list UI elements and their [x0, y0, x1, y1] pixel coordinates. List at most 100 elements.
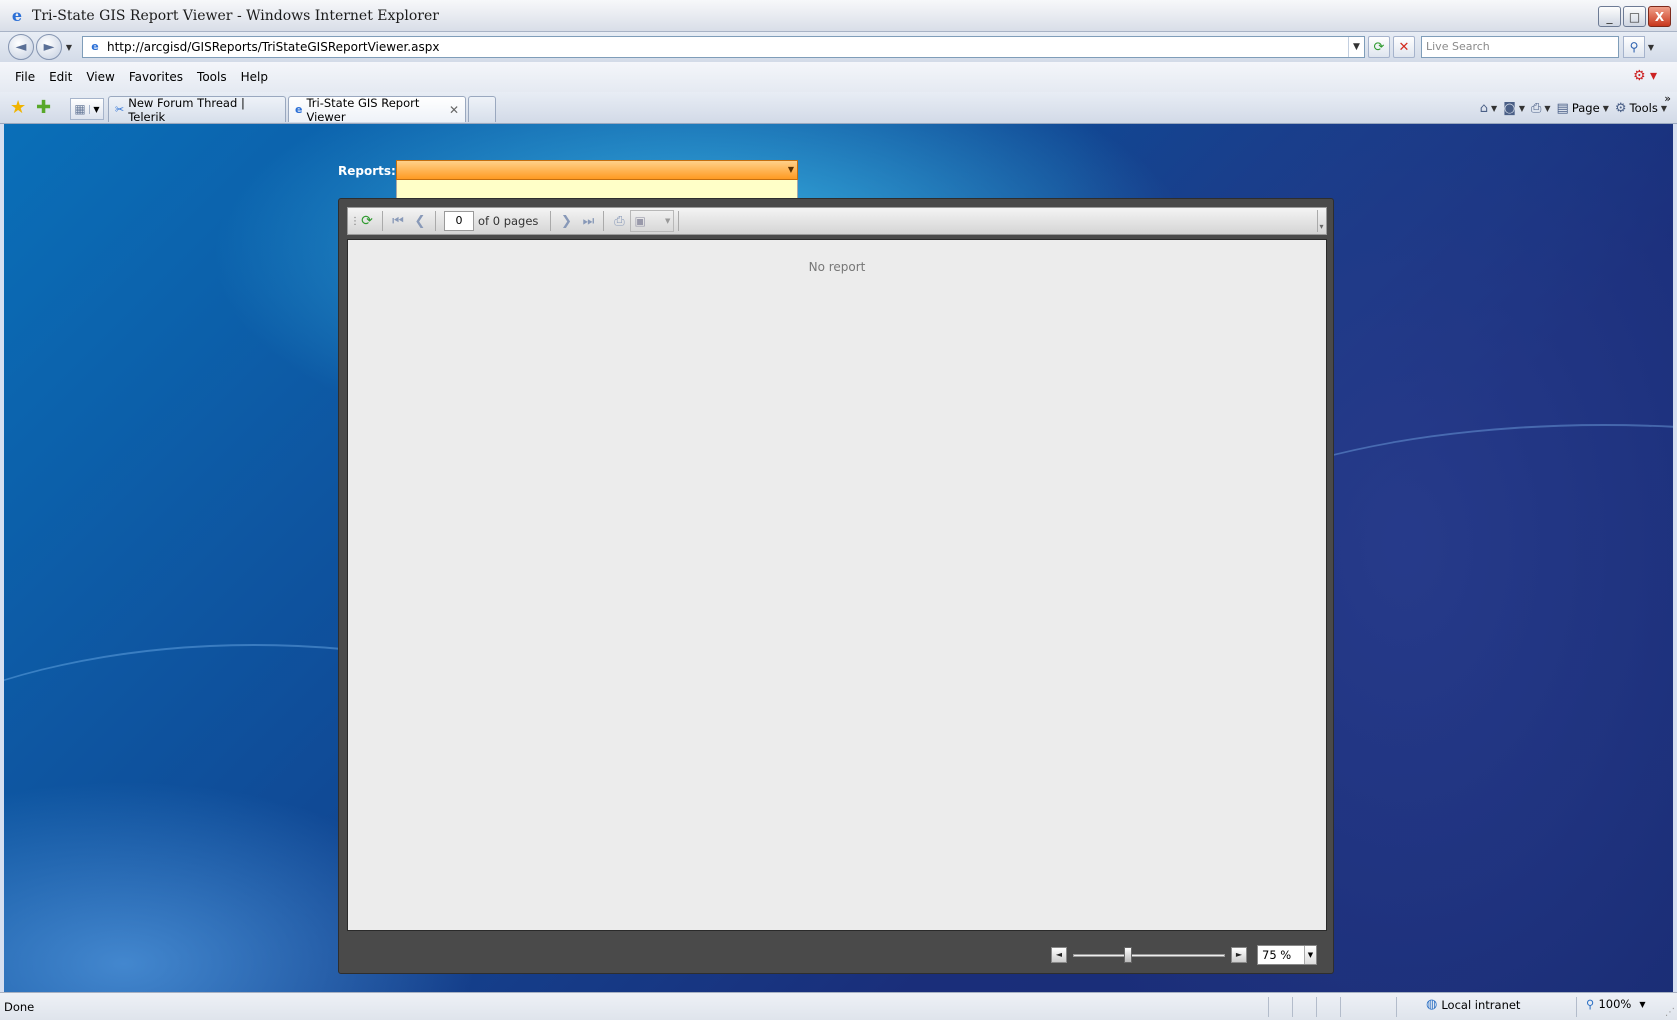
last-page-icon: ⏭	[582, 213, 595, 229]
window-controls: _ □ X	[1598, 6, 1671, 27]
status-divider	[1316, 997, 1317, 1017]
address-url[interactable]: http://arcgisd/GISReports/TriStateGISRep…	[107, 40, 1348, 54]
status-divider	[1576, 997, 1577, 1017]
forward-arrow-icon: ►	[43, 39, 55, 55]
maximize-button[interactable]: □	[1623, 6, 1646, 27]
menu-help[interactable]: Help	[234, 67, 275, 87]
page-menu-button[interactable]: ▤ Page ▼	[1557, 101, 1609, 116]
refresh-icon: ⟳	[1373, 39, 1385, 55]
print-report-button[interactable]: ⎙	[608, 210, 630, 232]
menu-tools[interactable]: Tools	[190, 67, 234, 87]
close-button[interactable]: X	[1648, 6, 1671, 27]
page-icon: e	[91, 40, 99, 53]
zoom-slider[interactable]	[1069, 947, 1229, 963]
back-button[interactable]: ◄	[8, 34, 34, 60]
more-commands-chevron-icon[interactable]: »	[1664, 92, 1671, 105]
menu-favorites[interactable]: Favorites	[122, 67, 190, 87]
status-divider	[1340, 997, 1341, 1017]
tab-report-viewer[interactable]: e Tri-State GIS Report Viewer ✕	[288, 95, 466, 124]
empty-report-message: No report	[808, 260, 866, 274]
status-bar: Done ◍ Local intranet ⚲ 100% ▼ ⋰	[0, 992, 1677, 1020]
add-favorite-icon[interactable]: ✚	[36, 97, 51, 118]
toolbar-separator	[550, 211, 552, 231]
tab-label: Tri-State GIS Report Viewer	[306, 95, 420, 124]
next-page-button[interactable]: ❯	[555, 210, 577, 232]
recent-pages-dropdown[interactable]: ▼	[62, 43, 76, 52]
forward-button[interactable]: ►	[36, 34, 62, 60]
status-divider	[1292, 997, 1293, 1017]
address-toolbar: ◄ ► ▼ e http://arcgisd/GISReports/TriSta…	[0, 32, 1677, 62]
print-dropdown-icon: ▼	[1544, 103, 1551, 113]
chevron-down-icon[interactable]: ▼	[788, 165, 794, 174]
tools-menu-label: Tools	[1629, 101, 1658, 115]
tab-new-forum-thread[interactable]: ✂ New Forum Thread | Telerik	[108, 95, 286, 124]
previous-page-icon: ❮	[414, 213, 426, 229]
reports-label: Reports:	[338, 164, 396, 178]
print-button[interactable]: ⎙ ▼	[1531, 101, 1551, 116]
zoom-in-button[interactable]: ►	[1231, 947, 1247, 963]
zoom-controls: ◄ ► 75 % ▼	[1051, 943, 1317, 967]
resize-grip-icon[interactable]: ⋰	[1665, 1007, 1675, 1018]
new-tab-button[interactable]	[468, 96, 496, 122]
menu-view[interactable]: View	[79, 67, 121, 87]
first-page-button[interactable]: ⏮	[387, 210, 409, 232]
print-icon: ⎙	[1530, 100, 1542, 116]
page-dropdown-icon: ▼	[1602, 103, 1609, 113]
last-page-button[interactable]: ⏭	[577, 210, 599, 232]
feeds-icon: ◙	[1503, 100, 1516, 116]
chevron-down-icon[interactable]: ▼	[1304, 946, 1316, 964]
zoom-slider-thumb[interactable]	[1124, 947, 1132, 963]
current-page-input[interactable]: 0	[444, 211, 474, 231]
reports-combobox[interactable]: ▼	[396, 160, 798, 180]
home-button[interactable]: ⌂ ▼	[1480, 101, 1497, 116]
search-options-dropdown[interactable]: ▼	[1645, 43, 1657, 52]
export-dropdown[interactable]: ▣ ▼	[630, 210, 675, 232]
tools-menu-button[interactable]: ⚙ Tools ▼	[1615, 101, 1667, 116]
menu-file[interactable]: File	[8, 67, 42, 87]
tab-list-dropdown[interactable]: ▼	[89, 104, 103, 114]
refresh-report-button[interactable]: ⟳	[356, 210, 378, 232]
previous-page-button[interactable]: ❮	[409, 210, 431, 232]
refresh-button[interactable]: ⟳	[1368, 36, 1390, 58]
telerik-icon: ✂	[115, 103, 125, 116]
print-icon: ⎙	[614, 213, 625, 229]
globe-icon: ◍	[1426, 997, 1438, 1012]
next-page-icon: ❯	[560, 213, 572, 229]
toolbar-separator	[382, 211, 383, 231]
page-zoom-button[interactable]: ⚲ 100% ▼	[1586, 997, 1645, 1011]
translate-tools-icon[interactable]: ⚙ ▾	[1633, 68, 1657, 84]
tab-label: New Forum Thread | Telerik	[128, 95, 245, 124]
feeds-button[interactable]: ◙ ▼	[1503, 101, 1525, 116]
toolbar-separator	[603, 211, 605, 231]
quick-tabs-button[interactable]: ▦ ▼	[70, 98, 104, 120]
internet-explorer-icon: e	[11, 5, 23, 25]
back-arrow-icon: ◄	[15, 39, 27, 55]
page-zoom-value: 100%	[1598, 997, 1632, 1011]
gear-icon: ⚙	[1614, 100, 1627, 116]
zoom-out-button[interactable]: ◄	[1051, 947, 1067, 963]
security-zone-label: Local intranet	[1441, 997, 1521, 1012]
zoom-slider-track	[1073, 954, 1225, 957]
home-icon: ⌂	[1479, 100, 1489, 116]
minimize-button[interactable]: _	[1598, 6, 1621, 27]
search-button[interactable]: ⚲	[1623, 36, 1645, 58]
toolbar-separator	[678, 211, 680, 231]
address-field[interactable]: e http://arcgisd/GISReports/TriStateGISR…	[82, 36, 1365, 58]
window-title-bar: e Tri-State GIS Report Viewer - Windows …	[0, 0, 1677, 32]
search-input[interactable]: Live Search	[1421, 36, 1619, 58]
star-icon[interactable]: ★	[10, 97, 26, 118]
zoom-level-combobox[interactable]: 75 % ▼	[1257, 945, 1317, 965]
close-tab-icon[interactable]: ✕	[449, 103, 459, 117]
window-title: Tri-State GIS Report Viewer - Windows In…	[32, 7, 439, 24]
feeds-dropdown-icon: ▼	[1518, 103, 1525, 113]
menu-edit[interactable]: Edit	[42, 67, 79, 87]
address-dropdown[interactable]: ▼	[1348, 37, 1364, 57]
status-text: Done	[4, 999, 35, 1014]
magnifier-icon: ⚲	[1586, 997, 1595, 1011]
security-zone[interactable]: ◍ Local intranet	[1426, 997, 1520, 1012]
refresh-icon: ⟳	[361, 213, 373, 229]
stop-button[interactable]: ✕	[1393, 36, 1415, 58]
chevron-down-icon: ▼	[1639, 999, 1646, 1009]
chevron-down-icon: ▼	[665, 217, 671, 225]
toolbar-overflow-icon[interactable]: ▾	[1317, 210, 1325, 232]
